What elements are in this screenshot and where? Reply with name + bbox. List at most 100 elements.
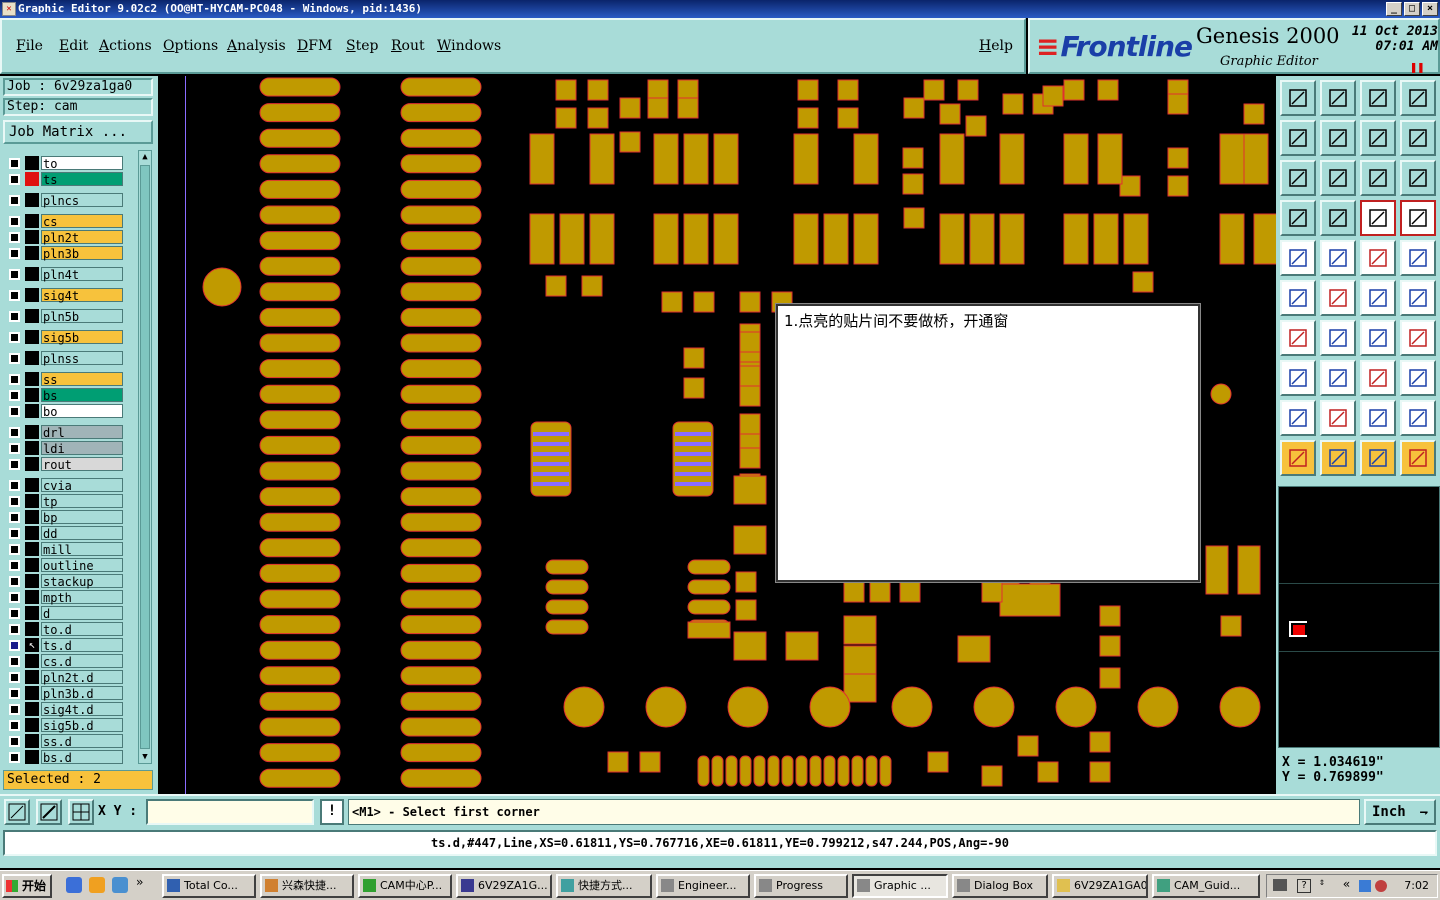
layer-row-dd[interactable]: dd	[5, 526, 125, 541]
layer-row-rout[interactable]: rout	[5, 457, 125, 472]
scroll-down-icon[interactable]: ▼	[139, 751, 151, 763]
layer-row-bs.d[interactable]: bs.d	[5, 750, 125, 765]
smd-pad[interactable]	[739, 365, 761, 387]
explorer-icon[interactable]	[89, 877, 105, 893]
fit-icon[interactable]	[1360, 360, 1396, 396]
smd-pad[interactable]	[259, 743, 341, 763]
smd-pad[interactable]	[1017, 735, 1039, 757]
smd-pad[interactable]	[400, 743, 482, 763]
menu-actions[interactable]: Actions	[99, 38, 152, 54]
pause-icon[interactable]: ❚❚	[1410, 60, 1424, 74]
layer-name[interactable]: pln2t	[41, 230, 123, 245]
layer-checkbox[interactable]	[9, 576, 20, 587]
smd-pad[interactable]	[259, 538, 341, 558]
smd-pad[interactable]	[837, 79, 859, 101]
layer-row-cvia[interactable]: cvia	[5, 478, 125, 493]
layer-name[interactable]: pln4t	[41, 267, 123, 282]
smd-pad[interactable]	[559, 213, 585, 265]
layer-color-swatch[interactable]	[25, 574, 39, 588]
grid-icon[interactable]	[1320, 200, 1356, 236]
layer-checkbox[interactable]	[9, 752, 20, 763]
smd-pad[interactable]	[853, 213, 879, 265]
smd-pad[interactable]	[923, 79, 945, 101]
alert-button[interactable]: !	[320, 799, 344, 825]
layer-row-sig4t[interactable]: sig4t	[5, 288, 125, 303]
zoom-window-icon[interactable]	[4, 799, 30, 825]
ie-icon[interactable]	[66, 877, 82, 893]
layer-color-swatch[interactable]	[25, 441, 39, 455]
smd-pad[interactable]	[713, 133, 739, 185]
smd-pad[interactable]	[733, 475, 767, 505]
curve-icon[interactable]	[1360, 320, 1396, 356]
smd-pad[interactable]	[999, 213, 1025, 265]
smd-pad[interactable]	[259, 563, 341, 583]
smd-pad[interactable]	[735, 571, 757, 593]
smd-pad[interactable]	[899, 581, 921, 603]
ruler-icon[interactable]	[1360, 240, 1396, 276]
layer-row-to.d[interactable]: to.d	[5, 622, 125, 637]
layer-color-swatch[interactable]	[25, 457, 39, 471]
smd-pad[interactable]	[400, 333, 482, 353]
smd-pad[interactable]	[653, 133, 679, 185]
smd-pad[interactable]	[957, 79, 979, 101]
layer-checkbox[interactable]	[9, 332, 20, 343]
units-select[interactable]: Inch ⇁	[1364, 799, 1436, 825]
layer-color-swatch[interactable]	[25, 542, 39, 556]
highlighted-feature[interactable]	[675, 462, 711, 466]
smd-pad[interactable]	[259, 154, 341, 174]
zoom-fit-icon[interactable]	[1280, 160, 1316, 196]
highlighted-feature[interactable]	[533, 452, 569, 456]
layer-name[interactable]: cvia	[41, 478, 123, 493]
outlook-icon[interactable]	[112, 877, 128, 893]
tri-b-icon[interactable]	[1320, 400, 1356, 436]
smd-pad[interactable]	[400, 179, 482, 199]
smd-pad[interactable]	[697, 755, 710, 787]
prev-icon[interactable]	[1280, 120, 1316, 156]
layer-row-bs[interactable]: bs	[5, 388, 125, 403]
cross-icon[interactable]	[1320, 280, 1356, 316]
layer-color-swatch[interactable]	[25, 230, 39, 244]
start-button[interactable]: 开始	[2, 874, 52, 898]
smd-pad[interactable]	[902, 147, 924, 169]
smd-pad[interactable]	[879, 755, 892, 787]
layer-row-stackup[interactable]: stackup	[5, 574, 125, 589]
smd-pad[interactable]	[687, 621, 731, 639]
tray-expand-icon[interactable]: «	[1343, 877, 1350, 891]
smd-pad[interactable]	[259, 359, 341, 379]
smd-pad[interactable]	[999, 583, 1061, 617]
layer-checkbox[interactable]	[9, 374, 20, 385]
layer-name[interactable]: bs	[41, 388, 123, 403]
menu-help[interactable]: Help	[979, 38, 1013, 54]
smd-pad[interactable]	[677, 79, 699, 101]
smd-pad[interactable]	[400, 128, 482, 148]
layer-color-swatch[interactable]	[25, 172, 39, 186]
layer-name[interactable]: sig5b.d	[41, 718, 123, 733]
layer-color-swatch[interactable]	[25, 267, 39, 281]
smd-pad[interactable]	[259, 487, 341, 507]
smd-pad[interactable]	[400, 615, 482, 635]
round-pad[interactable]	[1219, 686, 1261, 728]
smd-pad[interactable]	[981, 581, 1003, 603]
smd-pad[interactable]	[400, 563, 482, 583]
smd-pad[interactable]	[1063, 79, 1085, 101]
layer-color-swatch[interactable]	[25, 510, 39, 524]
layer-name[interactable]: ss.d	[41, 734, 123, 749]
layer-color-swatch[interactable]	[25, 686, 39, 700]
smd-pad[interactable]	[259, 179, 341, 199]
smd-pad[interactable]	[400, 666, 482, 686]
smd-pad[interactable]	[1167, 147, 1189, 169]
layer-color-swatch[interactable]	[25, 404, 39, 418]
layer-name[interactable]: drl	[41, 425, 123, 440]
smd-pad[interactable]	[400, 768, 482, 788]
smd-pad[interactable]	[400, 487, 482, 507]
layer-row-bp[interactable]: bp	[5, 510, 125, 525]
layer-name[interactable]: outline	[41, 558, 123, 573]
smd-pad[interactable]	[957, 635, 991, 663]
taskbar-item[interactable]: Graphic ...	[852, 874, 948, 898]
smd-pad[interactable]	[823, 755, 836, 787]
layer-name[interactable]: sig4t.d	[41, 702, 123, 717]
highlighted-feature[interactable]	[675, 452, 711, 456]
smd-pad[interactable]	[1063, 133, 1089, 185]
close-button[interactable]: ×	[1422, 2, 1438, 16]
smd-pad[interactable]	[733, 525, 767, 555]
